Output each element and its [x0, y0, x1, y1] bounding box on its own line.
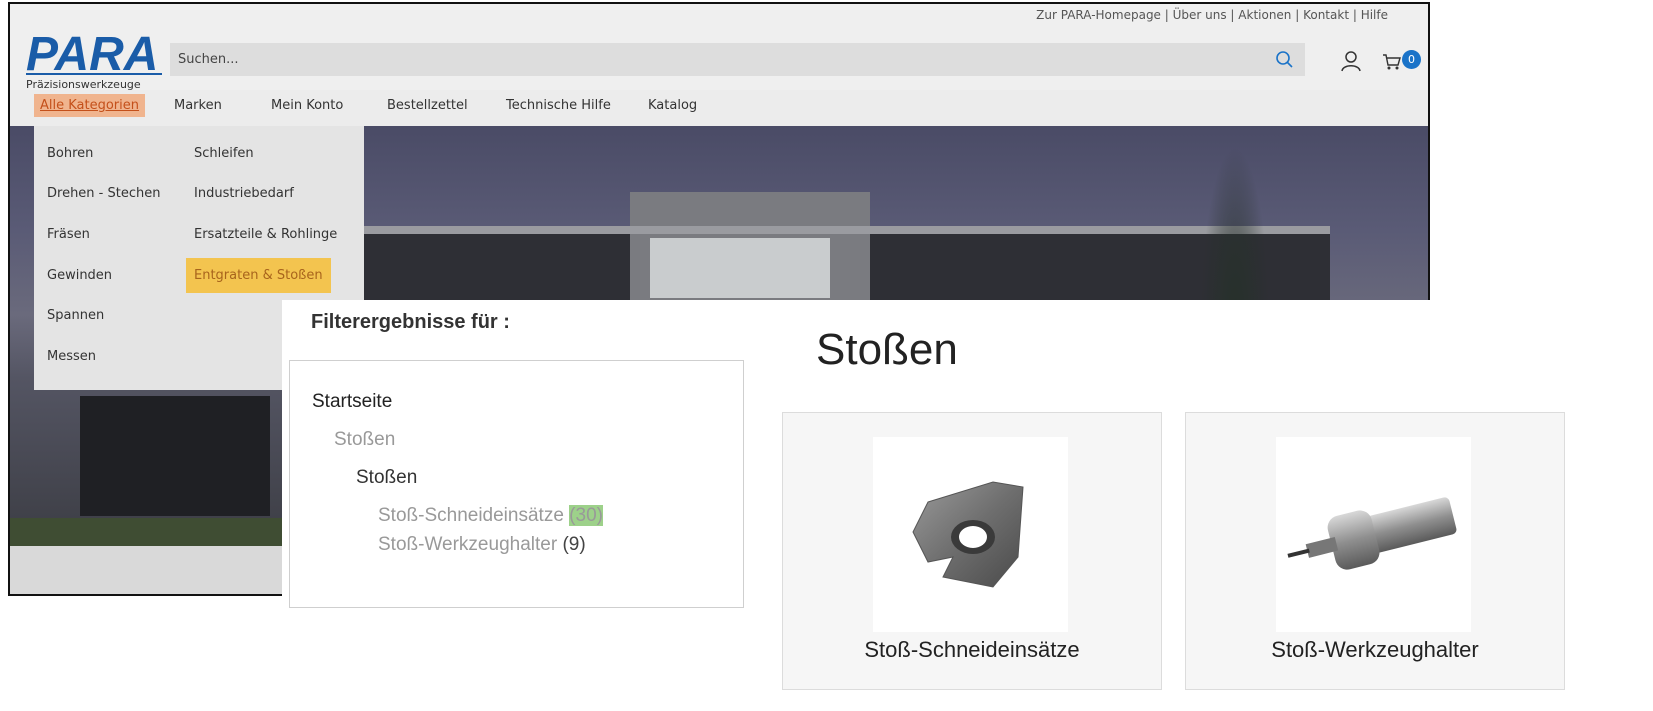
dropdown-item-fraesen[interactable]: Fräsen — [47, 227, 90, 242]
card-label: Stoß-Werkzeughalter — [1271, 637, 1479, 662]
filter-results-heading: Filterergebnisse für : — [311, 311, 510, 333]
dropdown-item-industriebedarf[interactable]: Industriebedarf — [194, 186, 294, 201]
dropdown-item-gewinden[interactable]: Gewinden — [47, 268, 112, 283]
tree-item-werkzeughalter[interactable]: Stoß-Werkzeughalter (9) — [378, 534, 586, 556]
user-icon[interactable] — [1340, 50, 1362, 72]
top-links[interactable]: Zur PARA-Homepage | Über uns | Aktionen … — [1036, 8, 1388, 22]
cutting-insert-image[interactable] — [873, 437, 1068, 632]
card-label: Stoß-Schneideinsätze — [864, 637, 1080, 662]
search-input[interactable] — [178, 43, 1258, 76]
tree-item-schneideinsaetze[interactable]: Stoß-Schneideinsätze (30) — [378, 505, 603, 527]
nav-bestellzettel[interactable]: Bestellzettel — [387, 98, 468, 113]
tool-holder-image[interactable] — [1276, 437, 1471, 632]
category-card-schneideinsaetze[interactable]: Stoß-Schneideinsätze — [782, 412, 1162, 690]
cart-icon — [1383, 54, 1401, 70]
nav-katalog[interactable]: Katalog — [648, 98, 697, 113]
cart-button[interactable]: 0 — [1382, 50, 1422, 74]
dropdown-item-entgraten-stossen[interactable]: Entgraten & Stoßen — [186, 258, 331, 293]
para-logo[interactable]: PARA Präzisionswerkzeuge — [22, 28, 167, 94]
dropdown-item-bohren[interactable]: Bohren — [47, 146, 93, 161]
tree-item-count: (9) — [562, 534, 586, 555]
main-nav: Alle Kategorien Marken Mein Konto Bestel… — [10, 90, 1428, 126]
cart-count-badge: 0 — [1402, 50, 1421, 69]
dropdown-item-messen[interactable]: Messen — [47, 349, 96, 364]
dropdown-item-schleifen[interactable]: Schleifen — [194, 146, 254, 161]
nav-marken[interactable]: Marken — [174, 98, 222, 113]
dropdown-item-ersatzteile[interactable]: Ersatzteile & Rohlinge — [194, 227, 337, 242]
category-card-werkzeughalter[interactable]: Stoß-Werkzeughalter — [1185, 412, 1565, 690]
tree-item-label: Stoß-Werkzeughalter — [378, 534, 558, 555]
dropdown-item-drehen-stechen[interactable]: Drehen - Stechen — [47, 186, 160, 201]
filter-results-panel: Filterergebnisse für : Startseite Stoßen… — [282, 300, 1653, 711]
search-icon[interactable] — [1275, 50, 1295, 70]
dropdown-item-spannen[interactable]: Spannen — [47, 308, 104, 323]
nav-mein-konto[interactable]: Mein Konto — [271, 98, 343, 113]
nav-technische-hilfe[interactable]: Technische Hilfe — [506, 98, 611, 113]
page-title: Stoßen — [816, 325, 958, 374]
nav-all-categories[interactable]: Alle Kategorien — [34, 94, 146, 117]
search-bar[interactable] — [170, 43, 1305, 76]
tree-item-startseite[interactable]: Startseite — [312, 391, 392, 413]
tree-item-stossen-level2[interactable]: Stoßen — [356, 467, 417, 489]
tree-item-count: (30) — [569, 505, 603, 526]
tree-item-stossen-level1[interactable]: Stoßen — [334, 429, 395, 451]
category-tree: Startseite Stoßen Stoßen Stoß-Schneidein… — [289, 360, 744, 608]
tree-item-label: Stoß-Schneideinsätze — [378, 505, 564, 526]
